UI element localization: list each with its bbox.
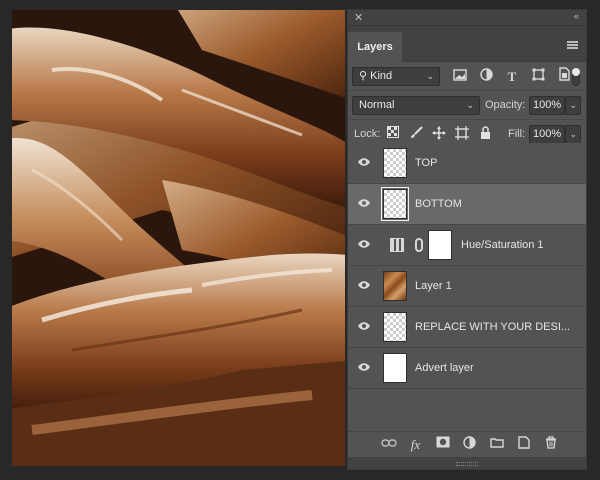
layer-thumbnail — [383, 271, 407, 301]
panel-menu-icon[interactable] — [567, 41, 578, 49]
layer-name: REPLACE WITH YOUR DESI... — [415, 321, 571, 333]
image-filter-icon[interactable] — [450, 67, 470, 87]
layer-thumbnail — [381, 187, 409, 221]
layer-thumbnail — [383, 312, 407, 342]
layer-row[interactable]: Advert layer — [348, 348, 586, 389]
document-canvas[interactable] — [12, 10, 345, 466]
layer-thumbnail — [383, 148, 407, 178]
layer-name: BOTTOM — [415, 198, 462, 210]
filter-toggle-switch[interactable] — [572, 68, 580, 86]
chevron-down-icon: ⌄ — [466, 100, 474, 110]
mask-link-icon[interactable] — [415, 238, 423, 252]
visibility-eye-icon[interactable] — [357, 280, 371, 290]
layer-row[interactable]: Layer 1 — [348, 266, 586, 307]
close-icon[interactable]: ✕ — [354, 11, 363, 24]
type-filter-icon[interactable]: T — [502, 67, 522, 87]
baguette-photo — [12, 10, 345, 466]
fill-label: Fill: — [508, 128, 526, 140]
blend-mode-value: Normal — [359, 99, 395, 111]
delete-layer-icon[interactable] — [542, 436, 559, 453]
layer-name: Advert layer — [415, 362, 474, 374]
layer-row[interactable]: TOP — [348, 143, 586, 184]
fill-slider-toggle[interactable]: ⌄ — [565, 125, 581, 144]
layer-name: TOP — [415, 157, 438, 169]
blend-mode-row: Normal ⌄ Opacity: 100% ⌄ — [348, 91, 586, 120]
layers-panel: ✕ ‹‹ Layers ⚲ Kind ⌄ T Normal ⌄ Opacity:… — [347, 9, 587, 470]
filter-kind-dropdown[interactable]: ⚲ Kind ⌄ — [352, 67, 440, 86]
layers-list: TOP BOTTOM Hue/Saturation 1 Layer 1 REPL… — [348, 143, 586, 430]
lock-all-icon[interactable] — [477, 126, 493, 142]
search-icon: ⚲ — [359, 70, 368, 82]
opacity-label: Opacity: — [485, 99, 526, 111]
lock-transparent-pixels-icon[interactable] — [385, 126, 401, 142]
collapse-panel-icon[interactable]: ‹‹ — [574, 11, 579, 21]
layer-name: Hue/Saturation 1 — [461, 239, 544, 251]
layer-name: Layer 1 — [415, 280, 452, 292]
chevron-down-icon: ⌄ — [426, 71, 434, 81]
new-layer-icon[interactable] — [515, 436, 532, 453]
fill-input[interactable]: 100% — [529, 125, 565, 144]
filter-kind-label: Kind — [370, 70, 393, 82]
panel-resize-handle[interactable] — [348, 457, 586, 469]
new-adjustment-icon[interactable] — [461, 436, 478, 453]
smart-object-filter-icon[interactable] — [554, 67, 574, 87]
chevron-down-icon: ⌄ — [569, 129, 577, 139]
layer-row[interactable]: REPLACE WITH YOUR DESI... — [348, 307, 586, 348]
layer-row-selected[interactable]: BOTTOM — [348, 184, 586, 225]
layer-row[interactable]: Hue/Saturation 1 — [348, 225, 586, 266]
lock-position-icon[interactable] — [431, 126, 447, 142]
shape-filter-icon[interactable] — [528, 67, 548, 87]
panel-title-bar: ✕ ‹‹ — [348, 10, 586, 26]
adjustment-layer-icon — [390, 238, 404, 252]
adjustment-filter-icon[interactable] — [476, 67, 496, 87]
lock-artboard-icon[interactable] — [454, 126, 470, 142]
lock-image-pixels-icon[interactable] — [408, 126, 424, 142]
panel-tab-row: Layers — [348, 26, 586, 62]
tab-layers[interactable]: Layers — [348, 32, 402, 62]
new-group-icon[interactable] — [488, 436, 505, 453]
link-layers-icon[interactable] — [380, 436, 397, 453]
fx-icon[interactable]: fx — [407, 436, 424, 453]
chevron-down-icon: ⌄ — [569, 100, 577, 110]
opacity-input[interactable]: 100% — [529, 96, 565, 115]
layers-bottom-toolbar: fx — [348, 431, 586, 457]
visibility-eye-icon[interactable] — [357, 321, 371, 331]
blend-mode-dropdown[interactable]: Normal ⌄ — [352, 96, 480, 115]
lock-label: Lock: — [354, 128, 381, 140]
add-mask-icon[interactable] — [434, 436, 451, 453]
visibility-eye-icon[interactable] — [357, 239, 371, 249]
opacity-slider-toggle[interactable]: ⌄ — [565, 96, 581, 115]
layer-thumbnail — [383, 353, 407, 383]
visibility-eye-icon[interactable] — [357, 157, 371, 167]
layer-mask-thumbnail — [428, 230, 452, 260]
visibility-eye-icon[interactable] — [357, 198, 371, 208]
layer-filter-row: ⚲ Kind ⌄ T — [348, 62, 586, 91]
visibility-eye-icon[interactable] — [357, 362, 371, 372]
